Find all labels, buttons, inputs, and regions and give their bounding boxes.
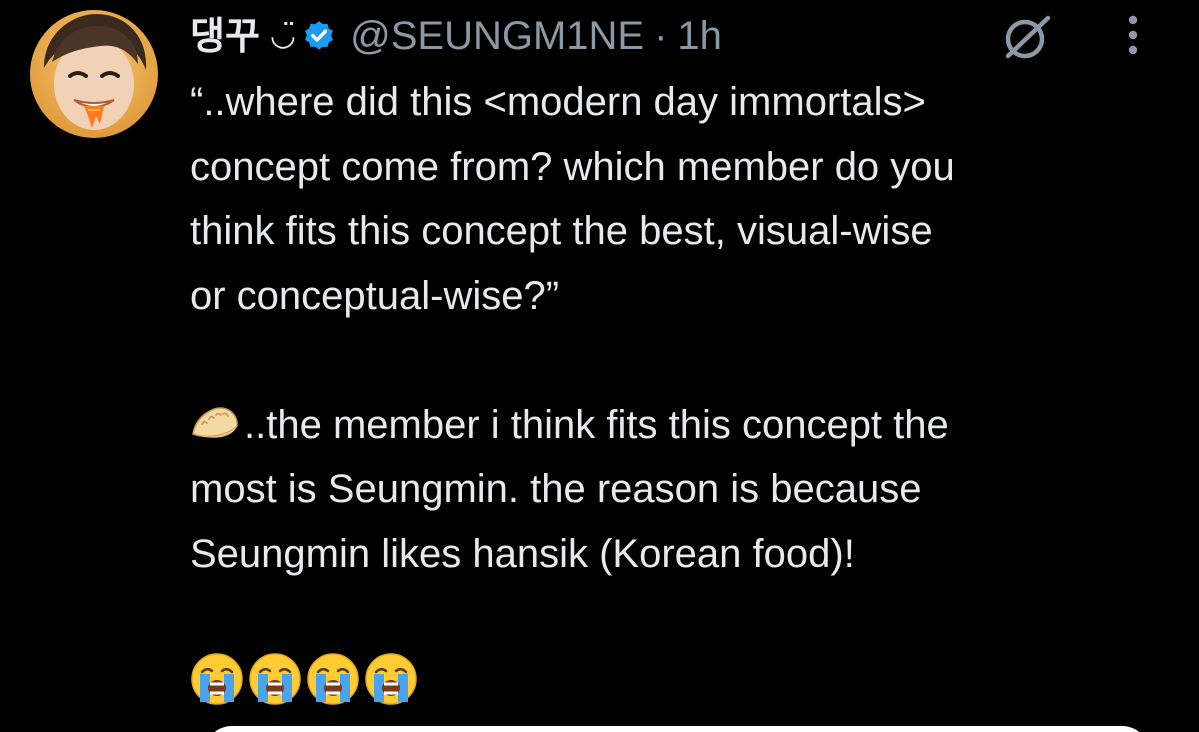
avatar-image (44, 14, 147, 130)
text-line: concept come from? which member do you (190, 144, 955, 189)
media-card[interactable] (204, 726, 1150, 732)
avatar[interactable] (30, 10, 158, 138)
text-line: most is Seungmin. the reason is because (190, 467, 922, 511)
tweet[interactable]: 댕꾸 ◡̈ @SEUNGM1NE · 1h “..where did this … (0, 0, 1199, 732)
tweet-paragraph-question: “..where did this <modern day immortals>… (190, 70, 1180, 328)
tweet-header: 댕꾸 ◡̈ @SEUNGM1NE · 1h (190, 8, 722, 64)
separator-dot: · (654, 14, 668, 58)
name-emoticon: ◡̈ (269, 19, 296, 52)
crying-face-icon (364, 652, 418, 706)
grok-icon[interactable] (1002, 12, 1052, 62)
crying-face-icon (190, 652, 244, 706)
crying-face-icon (306, 652, 360, 706)
text-line: “..where did this <modern day immortals> (190, 80, 926, 124)
emoji-row (190, 652, 418, 706)
verified-badge-icon[interactable] (302, 19, 336, 53)
display-name[interactable]: 댕꾸 (190, 8, 260, 64)
text-line: or conceptual-wise?” (190, 273, 560, 318)
text-line: ..the member i think fits this concept t… (190, 393, 1180, 458)
text-line: think fits this concept the best, visual… (190, 209, 933, 253)
text-line: Seungmin likes hansik (Korean food)! (190, 531, 855, 576)
tweet-text: “..where did this <modern day immortals>… (190, 70, 1180, 586)
more-options-icon[interactable] (1118, 12, 1148, 58)
user-handle[interactable]: @SEUNGM1NE (350, 8, 644, 64)
crying-face-icon (248, 652, 302, 706)
answer-first-line: ..the member i think fits this concept t… (244, 402, 949, 447)
dumpling-icon (190, 404, 240, 444)
timestamp[interactable]: 1h (677, 8, 722, 64)
tweet-paragraph-answer: ..the member i think fits this concept t… (190, 393, 1180, 587)
